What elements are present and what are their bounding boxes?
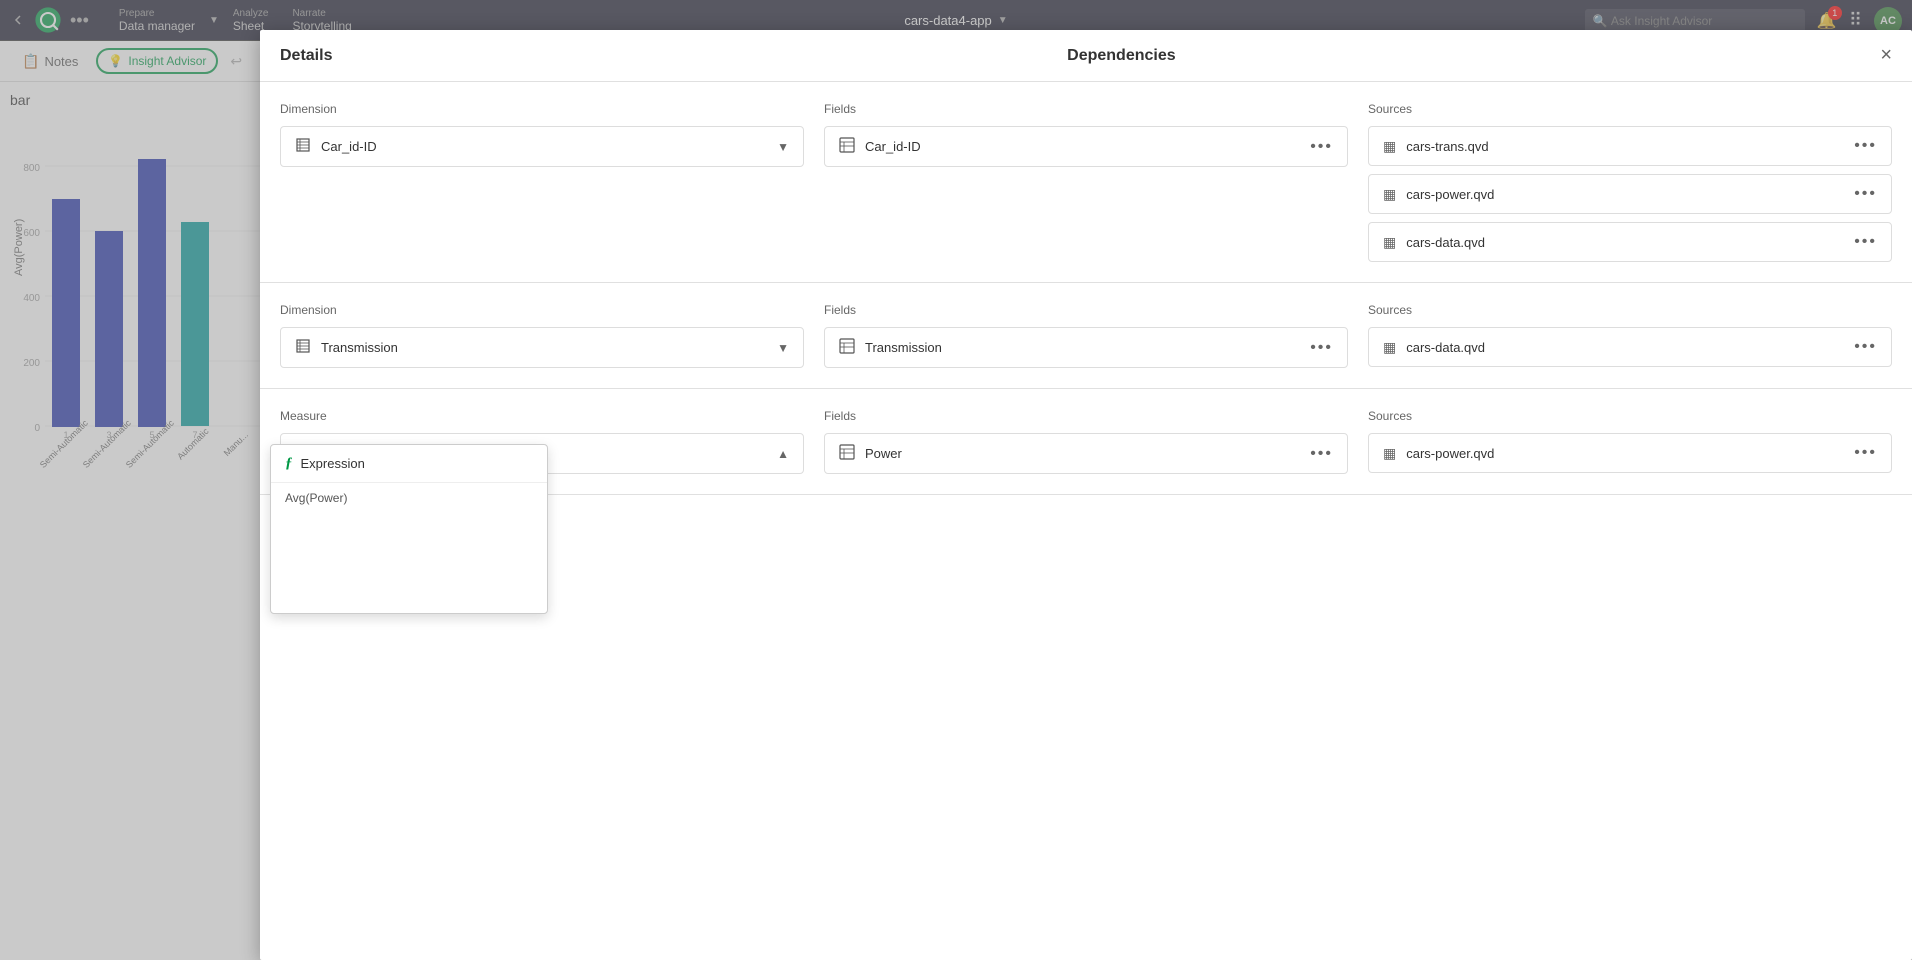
source-item-1-3[interactable]: ▦ cars-data.qvd ••• <box>1368 222 1892 262</box>
dependency-row-2: Dimension Transmission ▼ <box>260 283 1912 389</box>
fields-label-2: Fields <box>824 303 1348 317</box>
dimension-item-1[interactable]: Car_id-ID ▼ <box>280 126 804 167</box>
cube-icon-2 <box>295 338 311 357</box>
modal-details-title: Details <box>280 47 332 65</box>
measure-chevron-3[interactable]: ▲ <box>777 447 789 461</box>
fields-label-1: Fields <box>824 102 1348 116</box>
source-item-2-1[interactable]: ▦ cars-data.qvd ••• <box>1368 327 1892 367</box>
source-more-1-3[interactable]: ••• <box>1854 233 1877 251</box>
modal-dependencies-title: Dependencies <box>362 47 1880 65</box>
expression-label: Expression <box>301 456 365 471</box>
source-item-3-1[interactable]: ▦ cars-power.qvd ••• <box>1368 433 1892 473</box>
fields-section-3: Fields Power ••• <box>824 409 1348 474</box>
sources-section-2: Sources ▦ cars-data.qvd ••• <box>1368 303 1892 367</box>
dimension-label-2: Dimension <box>280 303 804 317</box>
fields-section-1: Fields Car_id-ID ••• <box>824 102 1348 167</box>
field-item-1[interactable]: Car_id-ID ••• <box>824 126 1348 167</box>
source-more-1-1[interactable]: ••• <box>1854 137 1877 155</box>
modal-header: Details Dependencies × <box>260 30 1912 82</box>
sources-label-1: Sources <box>1368 102 1892 116</box>
dimension-item-label-2: Transmission <box>321 340 767 355</box>
source-list-1: ▦ cars-trans.qvd ••• ▦ cars-power.qvd ••… <box>1368 126 1892 262</box>
field-item-label-3: Power <box>865 446 1300 461</box>
source-label-2-1: cars-data.qvd <box>1406 340 1844 355</box>
source-more-2-1[interactable]: ••• <box>1854 338 1877 356</box>
field-item-label-1: Car_id-ID <box>865 139 1300 154</box>
source-item-1-2[interactable]: ▦ cars-power.qvd ••• <box>1368 174 1892 214</box>
sources-section-3: Sources ▦ cars-power.qvd ••• <box>1368 409 1892 473</box>
source-list-3: ▦ cars-power.qvd ••• <box>1368 433 1892 473</box>
field-item-2[interactable]: Transmission ••• <box>824 327 1348 368</box>
source-label-1-3: cars-data.qvd <box>1406 235 1844 250</box>
dimension-item-2[interactable]: Transmission ▼ <box>280 327 804 368</box>
dependency-row-3: Measure Avg(Power) ▲ Fields <box>260 389 1912 495</box>
modal-close-button[interactable]: × <box>1880 44 1892 67</box>
source-more-3-1[interactable]: ••• <box>1854 444 1877 462</box>
modal-body: Dimension Car_id-ID ▼ <box>260 82 1912 960</box>
expression-popup: ƒ Expression Avg(Power) <box>270 444 548 614</box>
sources-label-2: Sources <box>1368 303 1892 317</box>
sources-label-3: Sources <box>1368 409 1892 423</box>
source-list-2: ▦ cars-data.qvd ••• <box>1368 327 1892 367</box>
source-item-1-1[interactable]: ▦ cars-trans.qvd ••• <box>1368 126 1892 166</box>
source-grid-icon-2-1: ▦ <box>1383 339 1396 356</box>
source-grid-icon-1-2: ▦ <box>1383 186 1396 203</box>
field-more-3[interactable]: ••• <box>1310 445 1333 463</box>
source-grid-icon-1-1: ▦ <box>1383 138 1396 155</box>
expression-value: Avg(Power) <box>285 491 347 505</box>
source-more-1-2[interactable]: ••• <box>1854 185 1877 203</box>
dimension-section-2: Dimension Transmission ▼ <box>280 303 804 368</box>
dimension-chevron-2[interactable]: ▼ <box>777 341 789 355</box>
source-grid-icon-3-1: ▦ <box>1383 445 1396 462</box>
measure-label-3: Measure <box>280 409 804 423</box>
fields-label-3: Fields <box>824 409 1348 423</box>
fx-icon: ƒ <box>285 455 293 472</box>
source-label-3-1: cars-power.qvd <box>1406 446 1844 461</box>
field-more-1[interactable]: ••• <box>1310 138 1333 156</box>
dimension-chevron-1[interactable]: ▼ <box>777 140 789 154</box>
dimension-section-1: Dimension Car_id-ID ▼ <box>280 102 804 167</box>
fields-section-2: Fields Transmission ••• <box>824 303 1348 368</box>
field-icon-2 <box>839 338 855 357</box>
field-more-2[interactable]: ••• <box>1310 339 1333 357</box>
expression-body: Avg(Power) <box>271 483 547 613</box>
dimension-label-1: Dimension <box>280 102 804 116</box>
field-icon-1 <box>839 137 855 156</box>
dependency-row-1: Dimension Car_id-ID ▼ <box>260 82 1912 283</box>
source-label-1-1: cars-trans.qvd <box>1406 139 1844 154</box>
expression-header: ƒ Expression <box>271 445 547 483</box>
dependencies-modal: Details Dependencies × Dimension <box>260 30 1912 960</box>
dimension-item-label-1: Car_id-ID <box>321 139 767 154</box>
source-label-1-2: cars-power.qvd <box>1406 187 1844 202</box>
field-item-3[interactable]: Power ••• <box>824 433 1348 474</box>
field-item-label-2: Transmission <box>865 340 1300 355</box>
field-icon-3 <box>839 444 855 463</box>
source-grid-icon-1-3: ▦ <box>1383 234 1396 251</box>
sources-section-1: Sources ▦ cars-trans.qvd ••• ▦ cars-powe… <box>1368 102 1892 262</box>
cube-icon-1 <box>295 137 311 156</box>
